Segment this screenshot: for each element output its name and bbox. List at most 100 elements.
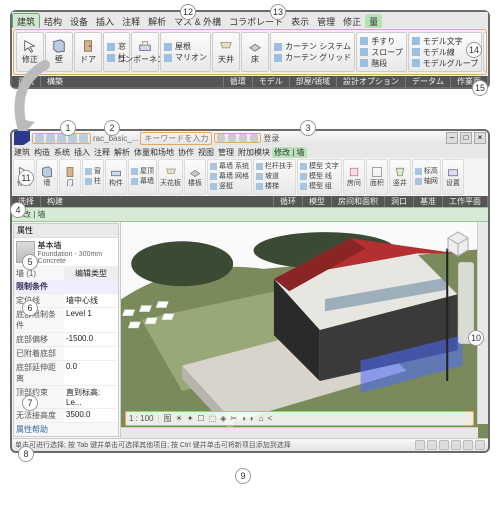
vc-icon-3[interactable]: ☐: [197, 414, 204, 423]
app-logo-icon[interactable]: [14, 131, 30, 145]
tab-extra[interactable]: 量: [365, 14, 382, 28]
mullion-item[interactable]: マリオン: [164, 52, 207, 63]
m-door-button[interactable]: 门: [59, 159, 81, 195]
m-shaft-button[interactable]: 竖井: [389, 159, 411, 195]
grid-placeholder1[interactable]: [483, 32, 487, 72]
login-link[interactable]: 登录: [263, 133, 279, 144]
prop-v-5[interactable]: 直到标高: Le...: [64, 386, 118, 408]
vc-icon-7[interactable]: ◑: [241, 414, 246, 423]
tab-manage[interactable]: 管理: [313, 14, 339, 28]
infocenter-star-icon[interactable]: [239, 134, 247, 142]
m-mtext-item[interactable]: 模型 文字: [300, 162, 339, 172]
m-tab-sys[interactable]: 系统: [52, 147, 72, 158]
m-tab-manage[interactable]: 管理: [216, 147, 236, 158]
window-item[interactable]: 窓: [107, 41, 126, 52]
m-curtgrid-item[interactable]: 幕墙 网格: [210, 172, 249, 182]
m-ceiling-button[interactable]: 天花板: [158, 159, 183, 195]
door-button[interactable]: ドア: [74, 32, 102, 72]
floor-button[interactable]: 床: [241, 32, 269, 72]
roof-item[interactable]: 屋根: [164, 41, 207, 52]
m-column-item[interactable]: 柱: [85, 177, 101, 187]
vc-icon-5[interactable]: ◈: [220, 414, 226, 423]
status-icon-3[interactable]: [451, 440, 461, 450]
status-icon-5[interactable]: [475, 440, 485, 450]
m-stair-item[interactable]: 楼梯: [256, 182, 293, 192]
tab-insert[interactable]: 插入: [92, 14, 118, 28]
vc-icon-0[interactable]: 图: [164, 413, 172, 424]
tab-modify[interactable]: 修正: [339, 14, 365, 28]
instance-filter[interactable]: 墙 (1): [14, 267, 64, 280]
m-curtain-item[interactable]: 幕墙: [131, 177, 154, 187]
curtain-system-item[interactable]: カーテン システム: [274, 41, 351, 52]
qat-print-icon[interactable]: [79, 134, 88, 143]
m-circ-list[interactable]: 栏杆扶手坡道楼梯: [253, 159, 296, 195]
tab-view[interactable]: 表示: [287, 14, 313, 28]
prop-help-row[interactable]: 属性帮助: [14, 422, 118, 436]
m-win-col-list[interactable]: 窗柱: [82, 159, 104, 195]
m-tab-struct[interactable]: 构造: [32, 147, 52, 158]
m-mline-item[interactable]: 模型 线: [300, 172, 339, 182]
stair-item[interactable]: 階段: [360, 58, 403, 69]
scrollbar-horizontal[interactable]: [121, 427, 478, 438]
close-button[interactable]: ×: [474, 132, 486, 144]
m-model-list[interactable]: 模型 文字模型 线模型 组: [297, 159, 342, 195]
m-tab-ann[interactable]: 注释: [92, 147, 112, 158]
m-tab-modify-wall[interactable]: 修改 | 墙: [272, 147, 307, 158]
vc-icon-1[interactable]: ☀: [176, 414, 183, 423]
m-mullion-item[interactable]: 竖梃: [210, 182, 249, 192]
prop-v-2[interactable]: -1500.0: [64, 333, 118, 346]
prop-row-2[interactable]: 底部偏移-1500.0: [14, 332, 118, 346]
prop-row-3[interactable]: 已附着底部: [14, 346, 118, 360]
m-tab-addin[interactable]: 附加模块: [236, 147, 272, 158]
roof-mullion-list[interactable]: 屋根 マリオン: [160, 32, 211, 72]
tab-massing[interactable]: マス & 外構: [170, 14, 225, 28]
maximize-button[interactable]: □: [460, 132, 472, 144]
status-icon-0[interactable]: [415, 440, 425, 450]
model-group-item[interactable]: モデルグループ: [412, 58, 479, 69]
curtain-list[interactable]: カーテン システム カーテン グリッド: [270, 32, 355, 72]
scale-selector[interactable]: 1 : 100: [129, 414, 153, 423]
m-window-item[interactable]: 窗: [85, 167, 101, 177]
ramp-item[interactable]: スロープ: [360, 47, 403, 58]
prop-v-0[interactable]: 墙中心线: [64, 294, 118, 307]
m-datum-list[interactable]: 标高轴网: [412, 159, 441, 195]
help-search-input[interactable]: キーワードを入力: [140, 132, 212, 145]
edit-type-button[interactable]: 编辑类型: [64, 267, 118, 280]
m-wall-button[interactable]: 墙: [36, 159, 58, 195]
tab-systems[interactable]: 设备: [66, 14, 92, 28]
vc-icon-6[interactable]: ✂: [230, 414, 237, 423]
infocenter-key-icon[interactable]: [228, 134, 236, 142]
scrollbar-vertical[interactable]: [477, 222, 488, 424]
prop-row-4[interactable]: 底部延伸距离0.0: [14, 360, 118, 385]
infocenter-search-icon[interactable]: [217, 134, 225, 142]
m-tab-ins[interactable]: 插入: [72, 147, 92, 158]
vc-icon-4[interactable]: ⬚: [209, 414, 217, 423]
view-cube[interactable]: [442, 226, 474, 258]
prop-v-4[interactable]: 0.0: [64, 361, 118, 385]
vc-icon-8[interactable]: ◐: [250, 414, 255, 423]
m-grid-item[interactable]: 轴网: [415, 177, 438, 187]
m-set-button[interactable]: 设置: [442, 159, 464, 195]
m-tab-mass[interactable]: 体量和场地: [132, 147, 176, 158]
tab-architecture[interactable]: 建筑: [12, 13, 40, 28]
prop-v-1[interactable]: Level 1: [64, 308, 118, 332]
tab-analyze[interactable]: 解析: [144, 14, 170, 28]
m-roof-item[interactable]: 屋顶: [131, 167, 154, 177]
m-level-item[interactable]: 标高: [415, 167, 438, 177]
m-tab-view[interactable]: 视图: [196, 147, 216, 158]
status-icon-1[interactable]: [427, 440, 437, 450]
tab-annotate[interactable]: 注释: [118, 14, 144, 28]
m-floor-button[interactable]: 楼板: [184, 159, 206, 195]
vc-icon-9[interactable]: ⌂: [259, 414, 264, 423]
m-tab-collab[interactable]: 协作: [176, 147, 196, 158]
prop-v-6[interactable]: 3500.0: [64, 409, 118, 422]
infocenter-user-icon[interactable]: [250, 134, 258, 142]
m-mgroup-item[interactable]: 模型 组: [300, 182, 339, 192]
m-curtsys-item[interactable]: 幕墙 系统: [210, 162, 249, 172]
tab-structure[interactable]: 结构: [40, 14, 66, 28]
ceiling-button[interactable]: 天井: [212, 32, 240, 72]
m-component-button[interactable]: 构件: [105, 159, 127, 195]
rail-item[interactable]: 手すり: [360, 36, 403, 47]
m-room-button[interactable]: 房间: [343, 159, 365, 195]
minimize-button[interactable]: –: [446, 132, 458, 144]
